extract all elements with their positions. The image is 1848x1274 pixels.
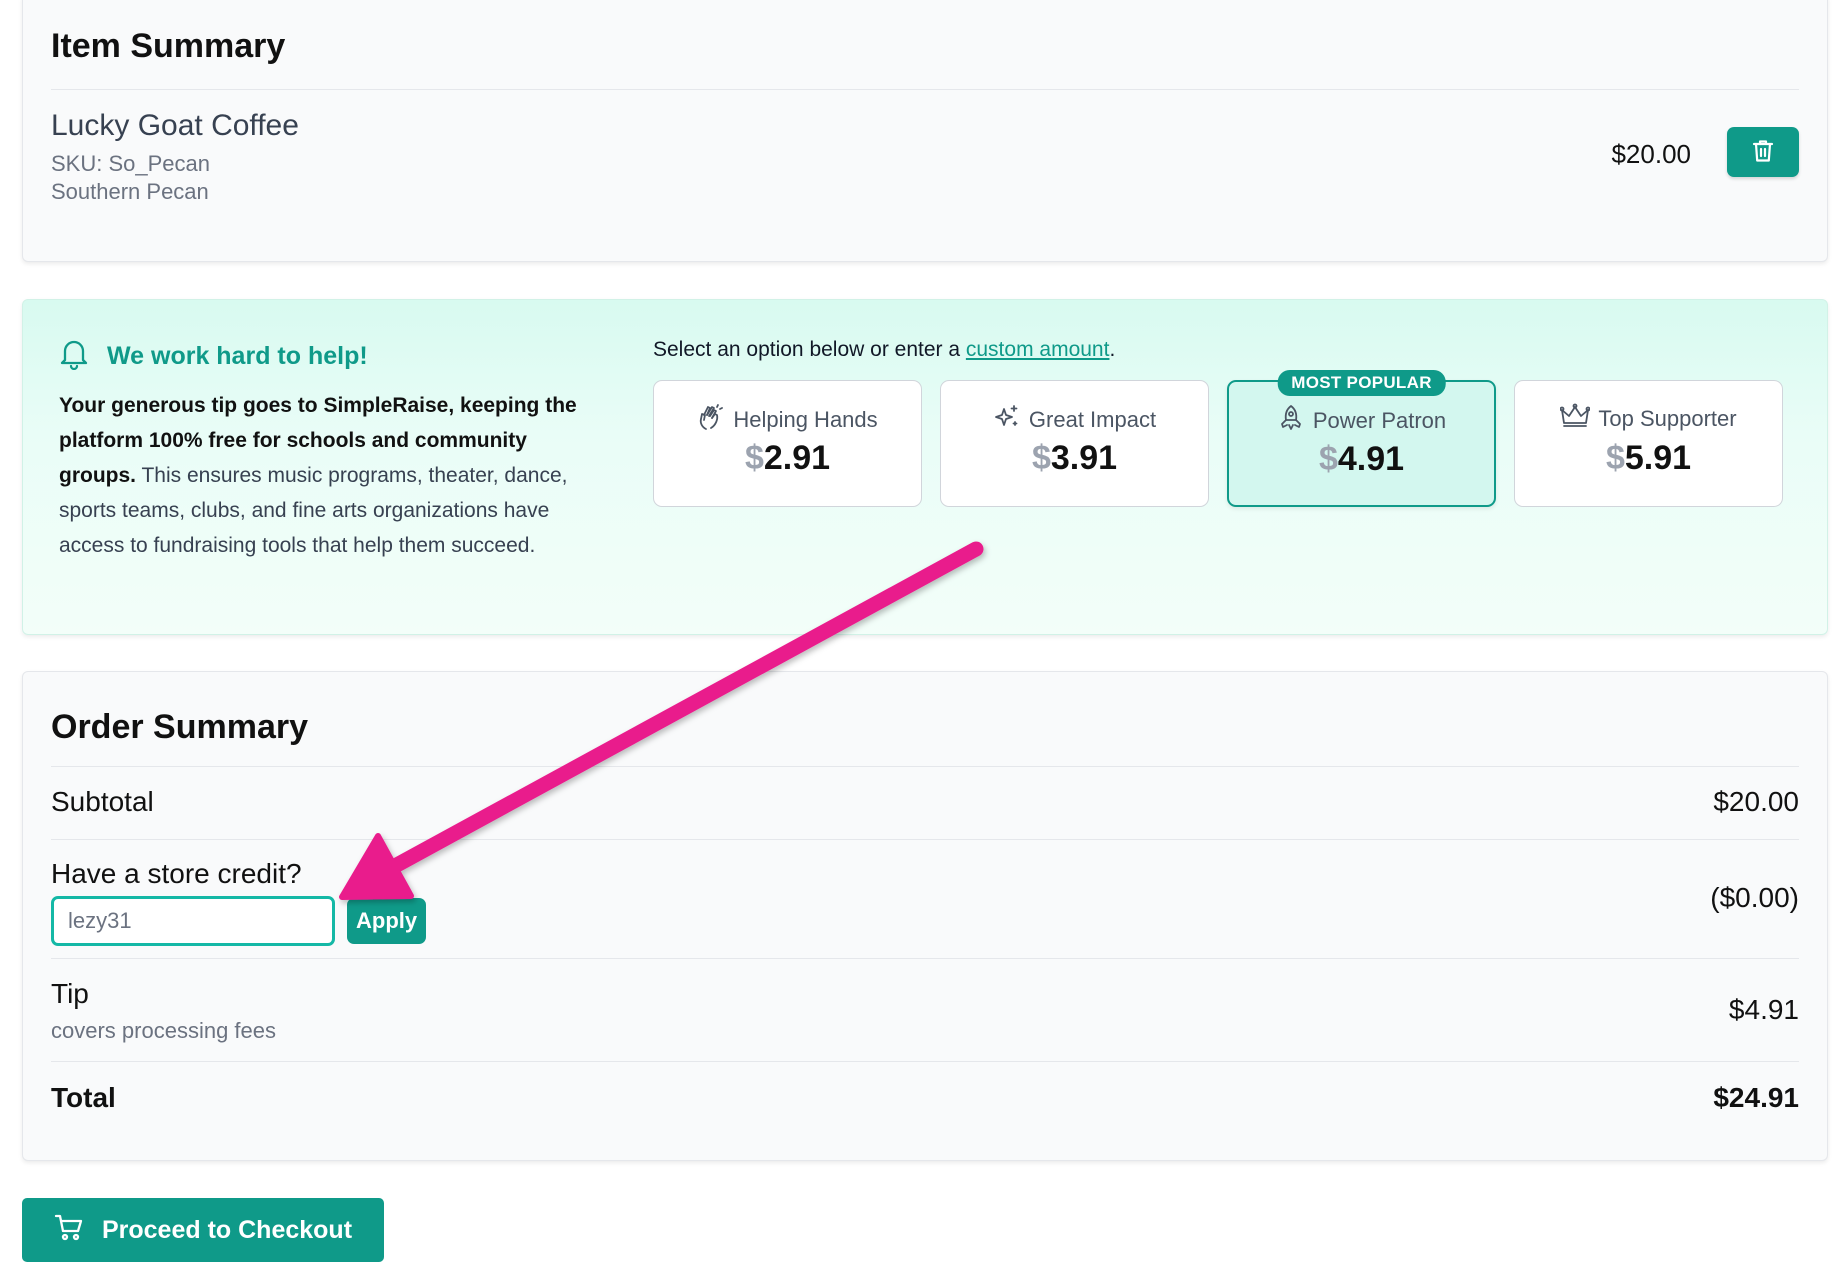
tip-card: We work hard to help! Your generous tip …: [22, 299, 1828, 635]
tip-option-amount: $4.91: [1229, 440, 1494, 479]
currency-symbol: $: [1318, 440, 1338, 478]
item-sku: SKU: So_Pecan: [51, 151, 210, 176]
tip-row-sub: covers processing fees: [51, 1018, 276, 1043]
subtotal-label: Subtotal: [51, 786, 154, 817]
store-credit-input[interactable]: [51, 896, 335, 946]
tip-description: Your generous tip goes to SimpleRaise, k…: [59, 388, 599, 563]
tip-option-helping-hands[interactable]: Helping Hands $2.91: [653, 380, 922, 507]
tip-option-value: 3.91: [1050, 439, 1118, 477]
tip-option-power-patron[interactable]: MOST POPULAR Power Patron $4.91: [1227, 370, 1496, 507]
divider: [51, 1061, 1799, 1062]
total-label: Total: [51, 1082, 116, 1113]
tip-option-label: Helping Hands: [733, 407, 878, 432]
currency-symbol: $: [744, 439, 764, 477]
order-summary-card: Order Summary Subtotal $20.00 Have a sto…: [22, 671, 1828, 1161]
tip-option-value: 2.91: [763, 439, 831, 477]
tip-option-label: Power Patron: [1312, 408, 1447, 433]
tip-heading: We work hard to help!: [107, 342, 368, 370]
divider: [51, 958, 1799, 959]
divider: [51, 839, 1799, 840]
bell-icon: [59, 338, 89, 375]
tip-option-value: 5.91: [1624, 439, 1692, 477]
store-credit-label: Have a store credit?: [51, 858, 302, 889]
tip-option-amount: $3.91: [941, 439, 1208, 478]
remove-item-button[interactable]: [1727, 127, 1799, 177]
currency-symbol: $: [1031, 439, 1051, 477]
tip-row-value: $4.91: [1728, 994, 1799, 1025]
item-price: $20.00: [1611, 139, 1691, 169]
cart-icon: [54, 1213, 84, 1248]
subtotal-value: $20.00: [1713, 786, 1799, 817]
tip-description-rest: This ensures music programs, theater, da…: [59, 464, 568, 557]
apply-credit-button[interactable]: Apply: [347, 898, 427, 944]
tip-option-label-row: Power Patron: [1229, 404, 1494, 438]
currency-symbol: $: [1605, 439, 1625, 477]
custom-amount-link[interactable]: custom amount: [966, 338, 1110, 361]
order-summary-title: Order Summary: [51, 708, 308, 746]
tip-option-label-row: Great Impact: [941, 403, 1208, 437]
tip-option-label: Great Impact: [1028, 407, 1157, 432]
tip-heading-row: We work hard to help!: [59, 338, 368, 375]
tip-option-top-supporter[interactable]: Top Supporter $5.91: [1514, 380, 1783, 507]
store-credit-value: ($0.00): [1710, 882, 1799, 913]
item-name: Lucky Goat Coffee: [51, 109, 299, 142]
tip-prompt: Select an option below or enter a custom…: [653, 338, 1115, 362]
divider: [51, 766, 1799, 767]
item-variant: Southern Pecan: [51, 179, 209, 204]
tip-option-value: 4.91: [1337, 440, 1405, 478]
tip-option-great-impact[interactable]: Great Impact $3.91: [940, 380, 1209, 507]
divider: [51, 89, 1799, 90]
tip-option-amount: $5.91: [1515, 439, 1782, 478]
tip-prompt-end: .: [1109, 338, 1116, 361]
crown-icon: [1559, 403, 1591, 435]
item-summary-title: Item Summary: [51, 27, 286, 65]
item-summary-card: Item Summary Lucky Goat Coffee SKU: So_P…: [22, 0, 1828, 262]
tip-option-label-row: Top Supporter: [1515, 403, 1782, 435]
clapping-hands-icon: [697, 403, 725, 437]
trash-icon: [1752, 139, 1774, 166]
tip-option-label-row: Helping Hands: [654, 403, 921, 437]
rocket-icon: [1277, 404, 1305, 438]
most-popular-badge: MOST POPULAR: [1277, 370, 1446, 396]
tip-option-label: Top Supporter: [1598, 406, 1737, 431]
tip-row-label: Tip: [51, 978, 89, 1009]
tip-option-amount: $2.91: [654, 439, 921, 478]
sparkle-icon: [993, 403, 1021, 437]
proceed-to-checkout-button[interactable]: Proceed to Checkout: [22, 1198, 384, 1262]
checkout-label: Proceed to Checkout: [101, 1215, 353, 1244]
total-value: $24.91: [1713, 1082, 1799, 1113]
tip-prompt-text: Select an option below or enter a: [653, 338, 966, 361]
